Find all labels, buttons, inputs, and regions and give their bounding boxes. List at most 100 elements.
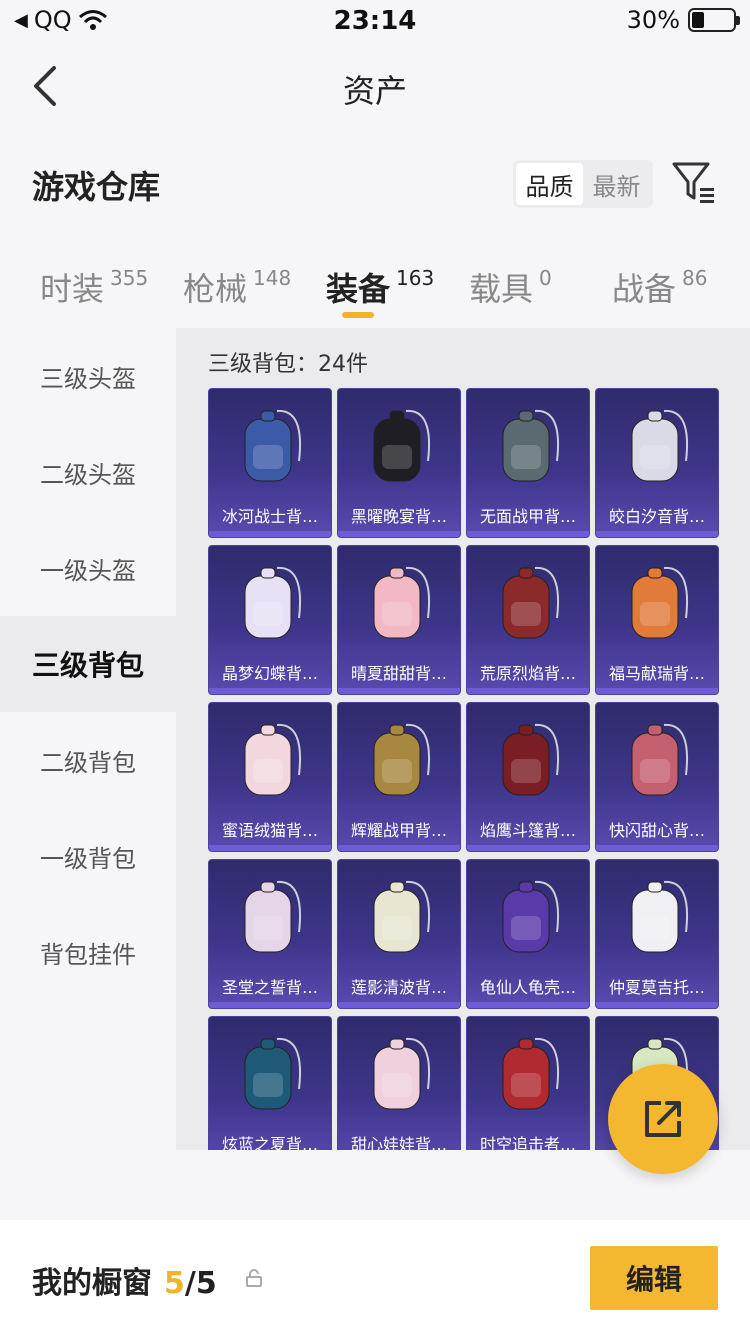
item-name: 冰河战士背… [221, 507, 318, 526]
item-name: 黑曜晚宴背… [350, 507, 447, 526]
tab-count: 148 [253, 266, 292, 290]
item-card[interactable]: 福马献瑞背… [595, 545, 719, 695]
item-card[interactable]: 晶梦幻蝶背… [208, 545, 332, 695]
filter-button[interactable] [670, 160, 718, 206]
tab-label: 时装 [40, 270, 105, 308]
item-card[interactable]: 冰河战士背… [208, 388, 332, 538]
subcategory-sidebar: 三级头盔 二级头盔 一级头盔 三级背包 二级背包 一级背包 背包挂件 [0, 328, 176, 1208]
filter-icon [672, 162, 714, 203]
tab-firearms[interactable]: 枪械 148 [183, 264, 291, 310]
tab-label: 装备 [326, 270, 391, 308]
tab-vehicles[interactable]: 载具 0 [469, 264, 552, 310]
tab-label: 战备 [612, 270, 677, 308]
item-name: 圣堂之誓背… [221, 978, 318, 997]
tab-count: 163 [396, 266, 435, 290]
lock-icon [246, 1269, 262, 1287]
tab-preparation[interactable]: 战备 86 [612, 264, 707, 310]
sidebar-item[interactable]: 二级头盔 [0, 424, 176, 520]
showcase-count: 5 [164, 1266, 185, 1301]
item-card[interactable]: 仲夏莫吉托… [595, 859, 719, 1009]
backpack-icon [373, 723, 430, 796]
item-card[interactable]: 圣堂之誓背… [208, 859, 332, 1009]
sort-toggle: 品质 最新 [513, 160, 653, 208]
backpack-icon [373, 409, 430, 482]
backpack-icon [502, 1037, 559, 1110]
item-card[interactable]: 皎白汐音背… [595, 388, 719, 538]
item-name: 焰鹰斗篷背… [479, 821, 576, 840]
backpack-icon [502, 409, 559, 482]
backpack-icon [244, 409, 301, 482]
item-card[interactable]: 晴夏甜甜背… [337, 545, 461, 695]
edit-button[interactable]: 编辑 [590, 1246, 718, 1310]
item-card[interactable]: 时空追击者… [466, 1016, 590, 1150]
item-name: 无面战甲背… [479, 507, 576, 526]
section-title: 游戏仓库 [32, 168, 161, 206]
item-card[interactable]: 无面战甲背… [466, 388, 590, 538]
item-count-title: 三级背包：24件 [208, 352, 368, 377]
item-card[interactable]: 荒原烈焰背… [466, 545, 590, 695]
sidebar-item[interactable]: 背包挂件 [0, 904, 176, 1000]
sort-quality[interactable]: 品质 [516, 163, 583, 205]
backpack-icon [502, 566, 559, 639]
item-name: 蜜语绒猫背… [221, 821, 318, 840]
backpack-icon [244, 566, 301, 639]
backpack-icon [502, 880, 559, 953]
backpack-icon [502, 723, 559, 796]
backpack-icon [373, 1037, 430, 1110]
category-tabs: 时装 355 枪械 148 装备 163 载具 0 战备 86 [0, 252, 750, 322]
item-card[interactable]: 蜜语绒猫背… [208, 702, 332, 852]
sidebar-item[interactable]: 一级背包 [0, 808, 176, 904]
tab-count: 0 [539, 266, 552, 290]
item-name: 晶梦幻蝶背… [221, 664, 318, 683]
battery-icon [688, 8, 740, 32]
share-icon [645, 1101, 681, 1137]
status-bar: ◀ QQ 23:14 30% [0, 0, 750, 42]
item-card[interactable]: 辉耀战甲背… [337, 702, 461, 852]
backpack-icon [373, 566, 430, 639]
share-button[interactable] [608, 1064, 718, 1174]
backpack-icon [244, 1037, 301, 1110]
sort-newest[interactable]: 最新 [583, 163, 650, 205]
backpack-icon [631, 566, 688, 639]
item-name: 荒原烈焰背… [479, 664, 576, 683]
item-card[interactable]: 莲影清波背… [337, 859, 461, 1009]
item-card[interactable]: 黑曜晚宴背… [337, 388, 461, 538]
backpack-icon [631, 880, 688, 953]
backpack-icon [631, 723, 688, 796]
status-right: 30% [626, 6, 740, 34]
battery-percent: 30% [626, 6, 680, 34]
tab-count: 86 [682, 266, 708, 290]
item-card[interactable]: 焰鹰斗篷背… [466, 702, 590, 852]
tab-equipment[interactable]: 装备 163 [326, 264, 434, 310]
item-grid: 冰河战士背… 黑曜晚宴背… 无面战甲背… 皎白汐音背… 晶梦幻蝶背… 晴夏甜甜背… 荒原烈焰… [208, 388, 728, 1150]
showcase-total: /5 [184, 1266, 217, 1301]
item-name: 快闪甜心背… [608, 821, 705, 840]
item-name: 莲影清波背… [350, 978, 447, 997]
page-title: 资产 [342, 72, 407, 110]
item-name: 辉耀战甲背… [350, 821, 447, 840]
item-card[interactable]: 快闪甜心背… [595, 702, 719, 852]
backpack-icon [244, 723, 301, 796]
nav-bar: 资产 [0, 42, 750, 132]
item-card[interactable]: 甜心娃娃背… [337, 1016, 461, 1150]
sidebar-item[interactable]: 三级头盔 [0, 328, 176, 424]
item-name: 时空追击者… [479, 1135, 576, 1150]
item-card[interactable]: 龟仙人龟壳… [466, 859, 590, 1009]
showcase-label: 我的橱窗 [32, 1266, 152, 1301]
tab-label: 载具 [469, 270, 534, 308]
tab-fashion[interactable]: 时装 355 [40, 264, 148, 310]
sidebar-item[interactable]: 一级头盔 [0, 520, 176, 616]
backpack-icon [244, 880, 301, 953]
sidebar-item[interactable]: 二级背包 [0, 712, 176, 808]
battery-level [692, 12, 704, 28]
item-card[interactable]: 炫蓝之夏背… [208, 1016, 332, 1150]
item-panel: 三级背包：24件 冰河战士背… 黑曜晚宴背… 无面战甲背… 皎白汐音背… 晶梦幻蝶背… 晴… [176, 328, 750, 1150]
sidebar-item-active[interactable]: 三级背包 [0, 616, 176, 712]
bottom-bar: 我的橱窗 5 /5 编辑 [0, 1220, 750, 1334]
item-name: 皎白汐音背… [608, 507, 705, 526]
active-tab-indicator [342, 312, 374, 318]
backpack-icon [373, 880, 430, 953]
item-name: 仲夏莫吉托… [608, 978, 705, 997]
showcase-summary: 我的橱窗 5 /5 [32, 1258, 217, 1302]
item-name: 晴夏甜甜背… [350, 664, 447, 683]
